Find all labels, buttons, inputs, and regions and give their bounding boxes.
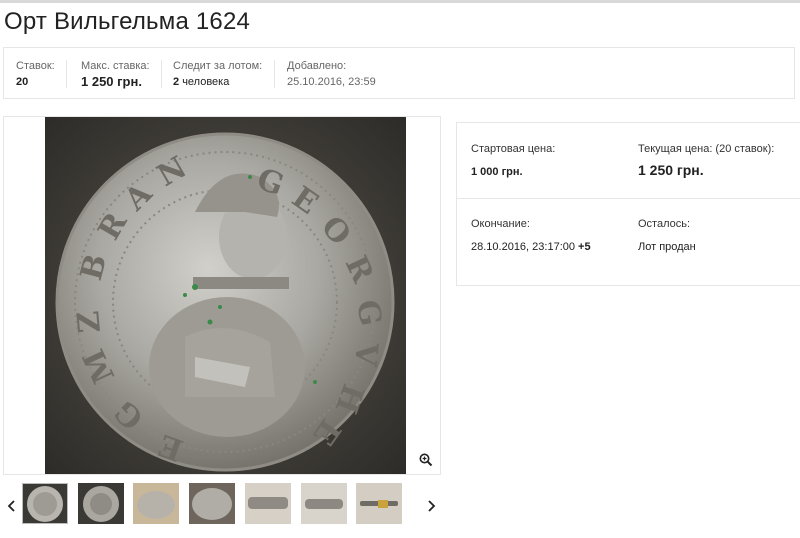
top-border: [0, 0, 800, 3]
stat-watchers-label: Следит за лотом:: [173, 60, 263, 72]
stat-watchers: Следит за лотом: 2 человека: [173, 59, 262, 90]
coin-photo[interactable]: G E O R G V H E N A R B Z M G E: [45, 117, 406, 474]
lot-title: Орт Вильгельма 1624: [4, 8, 251, 35]
chevron-left-icon[interactable]: [5, 496, 19, 516]
thumbnail-5[interactable]: [245, 483, 291, 524]
magnifier-plus-icon[interactable]: [418, 452, 434, 468]
end-time: Окончание: 28.10.2016, 23:17:00 +5: [471, 217, 591, 255]
lot-stats-bar: Ставок: 20 Макс. ставка: 1 250 грн. След…: [3, 47, 795, 99]
stat-bids-value: 20: [16, 76, 29, 88]
thumbnail-strip: [3, 478, 441, 534]
thumbnail-4[interactable]: [189, 483, 235, 524]
stat-watchers-value: 2 человека: [173, 76, 230, 88]
stat-max-bid-label: Макс. ставка:: [81, 60, 150, 72]
thumbnail-1[interactable]: [22, 483, 68, 524]
svg-text:Z: Z: [71, 309, 108, 334]
stat-added-label: Добавлено:: [287, 60, 347, 72]
thumbnail-3[interactable]: [133, 483, 179, 524]
start-price-value: 1 000 грн.: [471, 166, 523, 178]
end-time-value: 28.10.2016, 23:17:00 +5: [471, 241, 591, 253]
stat-added: Добавлено: 25.10.2016, 23:59: [287, 59, 376, 90]
svg-text:V: V: [347, 340, 384, 368]
current-price-label: Текущая цена: (20 ставок):: [638, 143, 775, 155]
timezone-offset: +5: [578, 241, 591, 253]
time-remaining-label: Осталось:: [638, 218, 691, 230]
stat-max-bid: Макс. ставка: 1 250 грн.: [81, 59, 150, 90]
stat-divider: [274, 60, 275, 88]
current-price-value: 1 250 грн.: [638, 162, 704, 178]
stat-bids: Ставок: 20: [16, 59, 55, 90]
price-panel: Стартовая цена: 1 000 грн. Текущая цена:…: [456, 122, 800, 286]
coin-image: G E O R G V H E N A R B Z M G E: [45, 117, 406, 474]
chevron-right-icon[interactable]: [424, 496, 438, 516]
time-remaining-value: Лот продан: [638, 241, 696, 253]
thumbnail-6[interactable]: [301, 483, 347, 524]
current-price: Текущая цена: (20 ставок): 1 250 грн.: [638, 142, 774, 178]
price-divider: [457, 198, 800, 199]
time-remaining: Осталось: Лот продан: [638, 217, 696, 255]
thumbnail-2[interactable]: [78, 483, 124, 524]
stat-bids-label: Ставок:: [16, 60, 55, 72]
thumbnail-7[interactable]: [356, 483, 402, 524]
start-price: Стартовая цена: 1 000 грн.: [471, 142, 555, 180]
stat-divider: [161, 60, 162, 88]
end-time-label: Окончание:: [471, 218, 530, 230]
stat-added-value: 25.10.2016, 23:59: [287, 76, 376, 88]
stat-divider: [66, 60, 67, 88]
stat-max-bid-value: 1 250 грн.: [81, 74, 142, 89]
main-photo-frame: G E O R G V H E N A R B Z M G E: [3, 116, 441, 475]
start-price-label: Стартовая цена:: [471, 143, 556, 155]
